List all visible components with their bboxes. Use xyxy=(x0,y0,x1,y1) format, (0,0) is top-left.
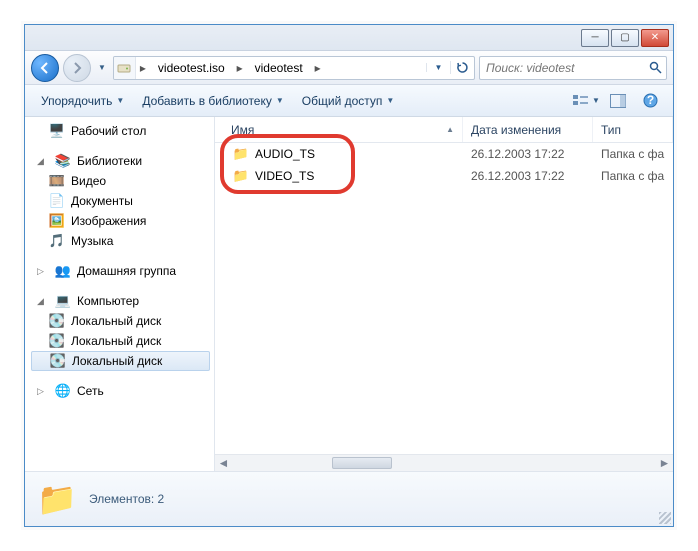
tree-computer[interactable]: ◢💻Компьютер xyxy=(31,291,214,311)
organize-button[interactable]: Упорядочить ▼ xyxy=(33,88,132,114)
tree-disk-3[interactable]: 💽Локальный диск xyxy=(31,351,210,371)
add-to-library-button[interactable]: Добавить в библиотеку ▼ xyxy=(134,88,291,114)
search-box[interactable] xyxy=(479,56,667,80)
documents-icon: 📄 xyxy=(49,193,65,209)
images-icon: 🖼️ xyxy=(49,213,65,229)
toolbar: Упорядочить ▼ Добавить в библиотеку ▼ Общи… xyxy=(25,85,673,117)
chevron-down-icon: ▼ xyxy=(116,96,124,105)
drive-icon xyxy=(114,57,136,79)
computer-icon: 💻 xyxy=(55,293,71,309)
music-icon: 🎵 xyxy=(49,233,65,249)
column-headers: Имя▲ Дата изменения Тип xyxy=(215,117,673,143)
chevron-down-icon: ▼ xyxy=(276,96,284,105)
col-name-header[interactable]: Имя▲ xyxy=(215,117,463,142)
file-type: Папка с фа xyxy=(593,169,673,183)
close-button[interactable]: ✕ xyxy=(641,29,669,47)
view-options-button[interactable]: ▼ xyxy=(571,89,601,113)
sort-asc-icon: ▲ xyxy=(446,125,454,134)
nav-tree[interactable]: 🖥️Рабочий стол ◢📚Библиотеки 🎞️Видео 📄Док… xyxy=(25,117,215,471)
drive-icon: 💽 xyxy=(49,313,65,329)
svg-text:?: ? xyxy=(646,93,653,107)
status-bar: 📁 Элементов: 2 xyxy=(25,471,673,526)
status-text: Элементов: 2 xyxy=(89,492,164,506)
history-dropdown-icon[interactable]: ▼ xyxy=(95,63,109,72)
file-name: VIDEO_TS xyxy=(255,169,314,183)
tree-homegroup[interactable]: ▷👥Домашняя группа xyxy=(31,261,214,281)
chevron-right-icon[interactable]: ▸ xyxy=(233,61,247,75)
root-chevron-icon[interactable]: ▸ xyxy=(136,61,150,75)
chevron-down-icon: ▼ xyxy=(386,96,394,105)
col-date-header[interactable]: Дата изменения xyxy=(463,117,593,142)
video-icon: 🎞️ xyxy=(49,173,65,189)
maximize-button[interactable]: ▢ xyxy=(611,29,639,47)
search-input[interactable] xyxy=(486,61,643,75)
folder-icon: 📁 xyxy=(233,146,249,162)
drive-icon: 💽 xyxy=(49,333,65,349)
file-date: 26.12.2003 17:22 xyxy=(463,147,593,161)
file-row[interactable]: 📁 AUDIO_TS 26.12.2003 17:22Папка с фа xyxy=(215,143,673,165)
share-label: Общий доступ xyxy=(302,94,383,108)
horizontal-scrollbar[interactable]: ◄ ► xyxy=(215,454,673,471)
help-button[interactable]: ? xyxy=(635,89,665,113)
file-type: Папка с фа xyxy=(593,147,673,161)
file-date: 26.12.2003 17:22 xyxy=(463,169,593,183)
tree-images[interactable]: 🖼️Изображения xyxy=(31,211,214,231)
file-name: AUDIO_TS xyxy=(255,147,315,161)
address-bar[interactable]: ▸ videotest.iso ▸ videotest ▸ ▼ xyxy=(113,56,475,80)
expand-icon[interactable]: ▷ xyxy=(37,386,49,397)
addlib-label: Добавить в библиотеку xyxy=(142,94,272,108)
tree-music[interactable]: 🎵Музыка xyxy=(31,231,214,251)
tree-desktop[interactable]: 🖥️Рабочий стол xyxy=(31,121,214,141)
tree-documents[interactable]: 📄Документы xyxy=(31,191,214,211)
nav-bar: ▼ ▸ videotest.iso ▸ videotest ▸ ▼ xyxy=(25,51,673,85)
expand-icon[interactable]: ▷ xyxy=(37,266,49,277)
scroll-thumb[interactable] xyxy=(332,457,392,469)
breadcrumb-seg-1[interactable]: videotest.iso xyxy=(150,57,233,79)
tree-video[interactable]: 🎞️Видео xyxy=(31,171,214,191)
desktop-icon: 🖥️ xyxy=(49,123,65,139)
address-dropdown-icon[interactable]: ▼ xyxy=(426,63,450,72)
minimize-button[interactable]: ─ xyxy=(581,29,609,47)
search-icon[interactable] xyxy=(649,61,662,74)
tree-disk-1[interactable]: 💽Локальный диск xyxy=(31,311,214,331)
col-type-header[interactable]: Тип xyxy=(593,117,673,142)
titlebar: ─ ▢ ✕ xyxy=(25,25,673,51)
share-button[interactable]: Общий доступ▼ xyxy=(294,88,403,114)
resize-grip[interactable] xyxy=(659,512,671,524)
scroll-left-icon[interactable]: ◄ xyxy=(215,455,232,472)
refresh-button[interactable] xyxy=(450,61,474,74)
network-icon: 🌐 xyxy=(55,383,71,399)
organize-label: Упорядочить xyxy=(41,94,112,108)
chevron-right-icon[interactable]: ▸ xyxy=(311,61,325,75)
tree-libraries[interactable]: ◢📚Библиотеки xyxy=(31,151,214,171)
back-button[interactable] xyxy=(31,54,59,82)
tree-disk-2[interactable]: 💽Локальный диск xyxy=(31,331,214,351)
scroll-right-icon[interactable]: ► xyxy=(656,455,673,472)
collapse-icon[interactable]: ◢ xyxy=(37,156,49,167)
explorer-window: ─ ▢ ✕ ▼ ▸ videotest.iso ▸ videotest ▸ ▼ xyxy=(24,24,674,527)
breadcrumb-seg-2[interactable]: videotest xyxy=(247,57,311,79)
drive-icon: 💽 xyxy=(50,353,66,369)
libraries-icon: 📚 xyxy=(55,153,71,169)
scroll-track[interactable] xyxy=(232,455,656,471)
file-list: Имя▲ Дата изменения Тип 📁 AUDIO_TS 26.12.2… xyxy=(215,117,673,471)
folder-icon: 📁 xyxy=(37,479,77,519)
collapse-icon[interactable]: ◢ xyxy=(37,296,49,307)
tree-network[interactable]: ▷🌐Сеть xyxy=(31,381,214,401)
preview-pane-button[interactable] xyxy=(603,89,633,113)
folder-icon: 📁 xyxy=(233,168,249,184)
forward-button[interactable] xyxy=(63,54,91,82)
homegroup-icon: 👥 xyxy=(55,263,71,279)
file-row[interactable]: 📁 VIDEO_TS 26.12.2003 17:22Папка с фа xyxy=(215,165,673,187)
chevron-down-icon: ▼ xyxy=(592,96,600,105)
